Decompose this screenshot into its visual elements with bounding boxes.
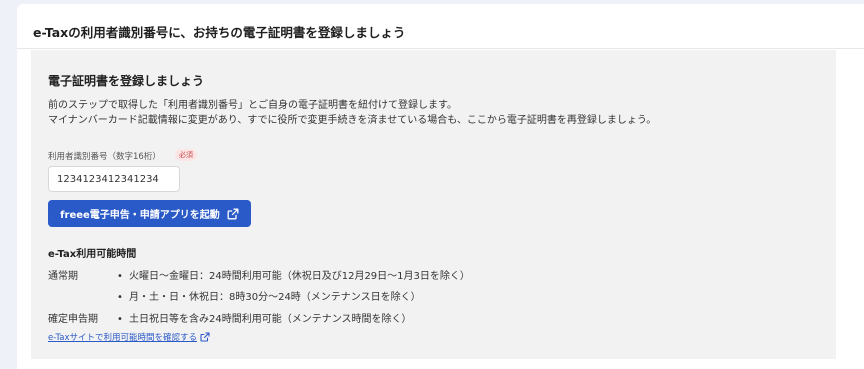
section-description-2: マイナンバーカード記載情報に変更があり、すでに役所で変更手続きを済ませている場合…	[48, 115, 657, 126]
registration-card: e-Taxの利用者識別番号に、お持ちの電子証明書を登録しましょう 電子証明書を登…	[17, 4, 864, 369]
list-item: • 土日祝日等を含み24時間利用可能（メンテナンス時間を除く）	[117, 314, 412, 325]
launch-app-button[interactable]: freee電子申告・申請アプリを起動	[48, 200, 251, 227]
section-title: 電子証明書を登録しましょう	[48, 74, 205, 88]
launch-app-button-label: freee電子申告・申請アプリを起動	[60, 210, 220, 221]
etax-hours-link[interactable]: e-Taxサイトで利用可能時間を確認する	[48, 331, 210, 343]
external-link-icon	[227, 208, 239, 219]
list-item: • 月・土・日・休祝日：8時30分～24時（メンテナンス日を除く）	[117, 292, 421, 303]
user-id-input[interactable]	[48, 166, 180, 192]
bullet: •	[117, 271, 123, 282]
bullet: •	[117, 292, 123, 303]
certificate-panel: 電子証明書を登録しましょう 前のステップで取得した「利用者識別番号」とご自身の電…	[31, 50, 836, 359]
id-field-label: 利用者識別番号（数字16桁）	[48, 152, 161, 162]
card-title: e-Taxの利用者識別番号に、お持ちの電子証明書を登録しましょう	[33, 25, 406, 40]
card-divider	[17, 48, 864, 49]
external-link-icon	[200, 332, 210, 342]
hours-title: e-Tax利用可能時間	[48, 249, 137, 260]
regular-period-label: 通常期	[48, 271, 78, 282]
bullet: •	[117, 314, 123, 325]
filing-period-label: 確定申告期	[48, 314, 98, 325]
list-item: • 火曜日～金曜日：24時間利用可能（休祝日及び12月29日～1月3日を除く）	[117, 271, 470, 282]
etax-hours-link-label: e-Taxサイトで利用可能時間を確認する	[48, 333, 198, 343]
required-badge: 必須	[175, 149, 197, 161]
section-description-1: 前のステップで取得した「利用者識別番号」とご自身の電子証明書を紐付けて登録します…	[48, 100, 457, 111]
